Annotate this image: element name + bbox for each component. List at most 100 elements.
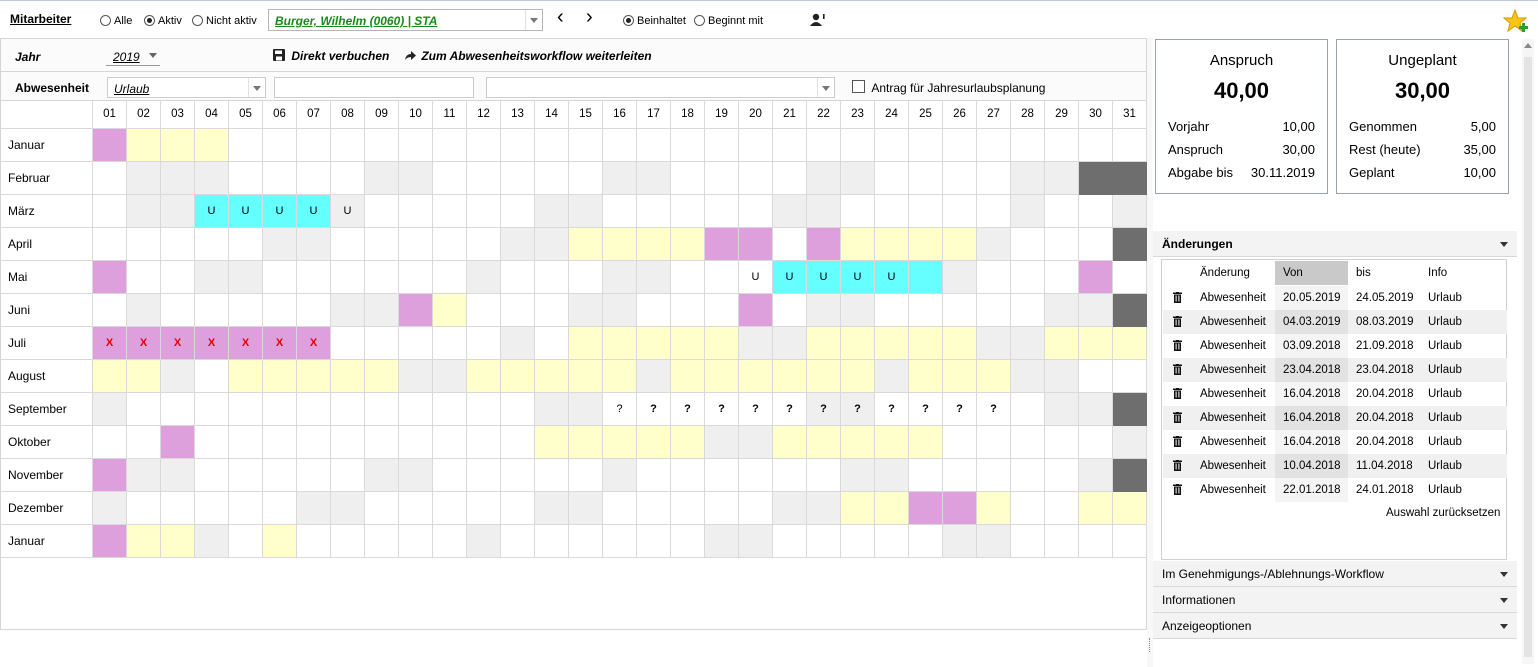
day-cell[interactable] — [501, 360, 535, 393]
day-cell[interactable] — [637, 195, 671, 228]
day-cell[interactable] — [875, 360, 909, 393]
day-cell[interactable] — [331, 228, 365, 261]
day-cell[interactable] — [399, 426, 433, 459]
day-cell[interactable] — [535, 327, 569, 360]
book-direct-button[interactable]: Direkt verbuchen — [273, 49, 389, 63]
day-cell[interactable] — [637, 360, 671, 393]
day-cell[interactable] — [705, 525, 739, 558]
day-cell[interactable] — [977, 162, 1011, 195]
information-section-header[interactable]: Informationen — [1153, 587, 1517, 613]
day-cell[interactable] — [399, 525, 433, 558]
day-cell[interactable] — [365, 129, 399, 162]
day-cell[interactable] — [161, 393, 195, 426]
day-cell[interactable] — [1113, 162, 1147, 195]
day-cell[interactable] — [1011, 459, 1045, 492]
day-cell[interactable] — [807, 162, 841, 195]
day-cell[interactable] — [161, 294, 195, 327]
search-contains-radio[interactable]: Beinhaltet — [623, 13, 686, 27]
day-cell[interactable] — [671, 228, 705, 261]
day-cell[interactable] — [637, 459, 671, 492]
day-cell[interactable] — [433, 261, 467, 294]
day-cell[interactable] — [773, 525, 807, 558]
day-cell[interactable]: X — [195, 327, 229, 360]
chevron-down-icon[interactable] — [1500, 624, 1508, 629]
day-cell[interactable] — [331, 327, 365, 360]
day-cell[interactable] — [875, 162, 909, 195]
day-cell[interactable] — [297, 426, 331, 459]
day-cell[interactable] — [1113, 426, 1147, 459]
day-cell[interactable] — [195, 426, 229, 459]
day-cell[interactable] — [535, 492, 569, 525]
trash-icon[interactable] — [1173, 292, 1182, 303]
day-cell[interactable] — [1011, 525, 1045, 558]
day-cell[interactable] — [127, 525, 161, 558]
day-cell[interactable] — [365, 360, 399, 393]
day-cell[interactable] — [93, 261, 127, 294]
trash-icon[interactable] — [1173, 460, 1182, 471]
day-cell[interactable] — [637, 294, 671, 327]
day-cell[interactable] — [603, 459, 637, 492]
day-cell[interactable] — [93, 360, 127, 393]
day-cell[interactable] — [943, 162, 977, 195]
day-cell[interactable] — [297, 228, 331, 261]
day-cell[interactable] — [705, 129, 739, 162]
day-cell[interactable] — [943, 327, 977, 360]
day-cell[interactable] — [331, 129, 365, 162]
day-cell[interactable] — [433, 459, 467, 492]
day-cell[interactable] — [569, 459, 603, 492]
day-cell[interactable]: ? — [705, 393, 739, 426]
day-cell[interactable] — [875, 228, 909, 261]
day-cell[interactable] — [569, 294, 603, 327]
day-cell[interactable] — [569, 195, 603, 228]
day-cell[interactable] — [399, 129, 433, 162]
day-cell[interactable] — [773, 294, 807, 327]
day-cell[interactable] — [875, 195, 909, 228]
day-cell[interactable] — [637, 129, 671, 162]
trash-icon[interactable] — [1173, 436, 1182, 447]
col-to[interactable]: bis — [1356, 261, 1371, 285]
day-cell[interactable] — [637, 426, 671, 459]
day-cell[interactable] — [501, 195, 535, 228]
day-cell[interactable] — [1079, 195, 1113, 228]
day-cell[interactable] — [399, 393, 433, 426]
day-cell[interactable]: X — [127, 327, 161, 360]
day-cell[interactable] — [603, 261, 637, 294]
favorite-add-icon[interactable] — [1503, 9, 1529, 35]
day-cell[interactable] — [1113, 459, 1147, 492]
day-cell[interactable] — [1045, 195, 1079, 228]
day-cell[interactable] — [127, 162, 161, 195]
day-cell[interactable] — [671, 162, 705, 195]
day-cell[interactable] — [943, 459, 977, 492]
day-cell[interactable] — [161, 525, 195, 558]
day-cell[interactable]: ? — [841, 393, 875, 426]
day-cell[interactable] — [297, 459, 331, 492]
day-cell[interactable] — [93, 129, 127, 162]
day-cell[interactable] — [229, 492, 263, 525]
day-cell[interactable] — [705, 426, 739, 459]
day-cell[interactable] — [637, 228, 671, 261]
day-cell[interactable] — [331, 393, 365, 426]
day-cell[interactable] — [603, 228, 637, 261]
day-cell[interactable] — [705, 327, 739, 360]
day-cell[interactable] — [501, 459, 535, 492]
chevron-down-icon[interactable] — [1500, 242, 1508, 247]
day-cell[interactable] — [1011, 294, 1045, 327]
day-cell[interactable] — [705, 195, 739, 228]
day-cell[interactable] — [433, 294, 467, 327]
day-cell[interactable] — [807, 195, 841, 228]
change-row[interactable]: Abwesenheit 23.04.2018 23.04.2018 Urlaub — [1163, 358, 1507, 382]
day-cell[interactable] — [603, 426, 637, 459]
day-cell[interactable] — [1045, 360, 1079, 393]
day-cell[interactable] — [807, 459, 841, 492]
day-cell[interactable] — [1113, 195, 1147, 228]
day-cell[interactable] — [569, 426, 603, 459]
day-cell[interactable] — [637, 327, 671, 360]
day-cell[interactable]: ? — [875, 393, 909, 426]
day-cell[interactable] — [603, 492, 637, 525]
day-cell[interactable] — [297, 393, 331, 426]
day-cell[interactable] — [909, 459, 943, 492]
day-cell[interactable]: ? — [739, 393, 773, 426]
absence-note-input[interactable] — [274, 77, 474, 98]
day-cell[interactable] — [1079, 492, 1113, 525]
day-cell[interactable] — [263, 294, 297, 327]
